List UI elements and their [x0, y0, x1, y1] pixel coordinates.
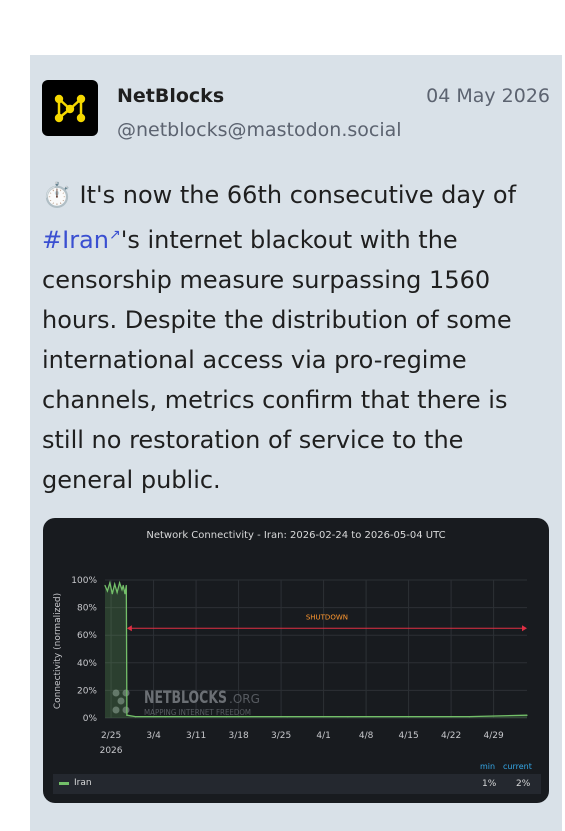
x-tick-label: 2/25: [101, 731, 121, 741]
y-tick-label: 20%: [77, 686, 97, 696]
x-tick-label: 4/1: [316, 731, 330, 741]
watermark-suffix: .ORG: [229, 692, 260, 706]
legend-value-current: 2%: [516, 779, 531, 789]
arrow-right-icon: [522, 625, 527, 632]
legend-header-min: min: [480, 762, 496, 771]
arrow-left-icon: [126, 625, 132, 632]
watermark-tagline: MAPPING INTERNET FREEDOM: [144, 708, 251, 717]
chart-legend: Iran: [53, 774, 541, 794]
x-tick-label: 4/8: [359, 731, 374, 741]
legend-swatch-iran: [59, 782, 69, 785]
y-tick-label: 100%: [71, 576, 97, 586]
post-text: ⏱️ It's now the 66th consecutive day of …: [42, 175, 542, 500]
shutdown-label: SHUTDOWN: [306, 613, 348, 621]
series-point-iran: [468, 716, 470, 718]
x-tick-label: 4/22: [441, 731, 461, 741]
connectivity-chart: 0% 20% 40% 60% 80% 100% 2/25 3/4 3/11 3/18 3/25 4/1…: [71, 576, 528, 756]
series-point-iran: [121, 589, 123, 591]
series-point-iran: [111, 593, 113, 595]
legend-value-min: 1%: [482, 779, 497, 789]
series-point-iran: [116, 591, 118, 594]
hashtag-link[interactable]: #Iran↗: [42, 226, 121, 254]
series-point-iran: [347, 716, 349, 718]
post-text-part2: 's internet blackout with the censorship…: [42, 226, 512, 494]
x-year-label: 2026: [100, 746, 123, 756]
chart-image[interactable]: Network Connectivity - Iran: 2026-02-24 …: [43, 518, 549, 803]
series-point-iran: [125, 584, 127, 587]
series-point-iran: [286, 716, 288, 718]
legend-label-iran: Iran: [74, 778, 92, 788]
series-point-iran: [109, 582, 111, 584]
series-point-iran: [114, 583, 116, 585]
series-point-iran: [118, 582, 121, 584]
series-point-iran: [526, 714, 528, 716]
avatar[interactable]: [42, 80, 98, 136]
x-tick-label: 3/11: [186, 731, 206, 741]
y-tick-label: 40%: [77, 659, 97, 669]
series-point-iran: [165, 716, 167, 718]
x-tick-label: 3/18: [228, 731, 248, 741]
series-point-iran: [134, 716, 136, 718]
legend-header-current: current: [503, 762, 532, 771]
netblocks-logo-icon: [54, 94, 86, 123]
series-point-iran: [122, 584, 124, 587]
post-text-part1: It's now the 66th consecutive day of: [71, 181, 517, 209]
y-tick-label: 0%: [83, 714, 98, 724]
x-tick-label: 4/15: [398, 731, 418, 741]
series-point-iran: [126, 714, 128, 716]
author-handle[interactable]: @netblocks@mastodon.social: [117, 119, 402, 141]
post-date[interactable]: 04 May 2026: [426, 85, 550, 107]
series-point-iran: [124, 593, 126, 595]
watermark-brand: NETBLOCKS: [144, 688, 227, 708]
series-point-iran: [407, 716, 410, 718]
series-point-iran: [225, 716, 228, 718]
series-point-iran: [106, 590, 109, 592]
author-name[interactable]: NetBlocks: [117, 85, 224, 107]
x-tick-label: 4/29: [483, 731, 503, 741]
x-tick-label: 3/4: [146, 731, 161, 741]
x-tick-label: 3/25: [271, 731, 291, 741]
external-link-icon: ↗: [108, 227, 121, 243]
y-tick-label: 60%: [77, 631, 97, 641]
stopwatch-icon: ⏱️: [42, 181, 72, 209]
series-point-iran: [104, 584, 106, 587]
hashtag-label: #Iran: [42, 226, 109, 254]
netblocks-watermark: NETBLOCKS .ORG MAPPING INTERNET FREEDOM: [112, 688, 260, 717]
y-tick-label: 80%: [77, 604, 97, 614]
